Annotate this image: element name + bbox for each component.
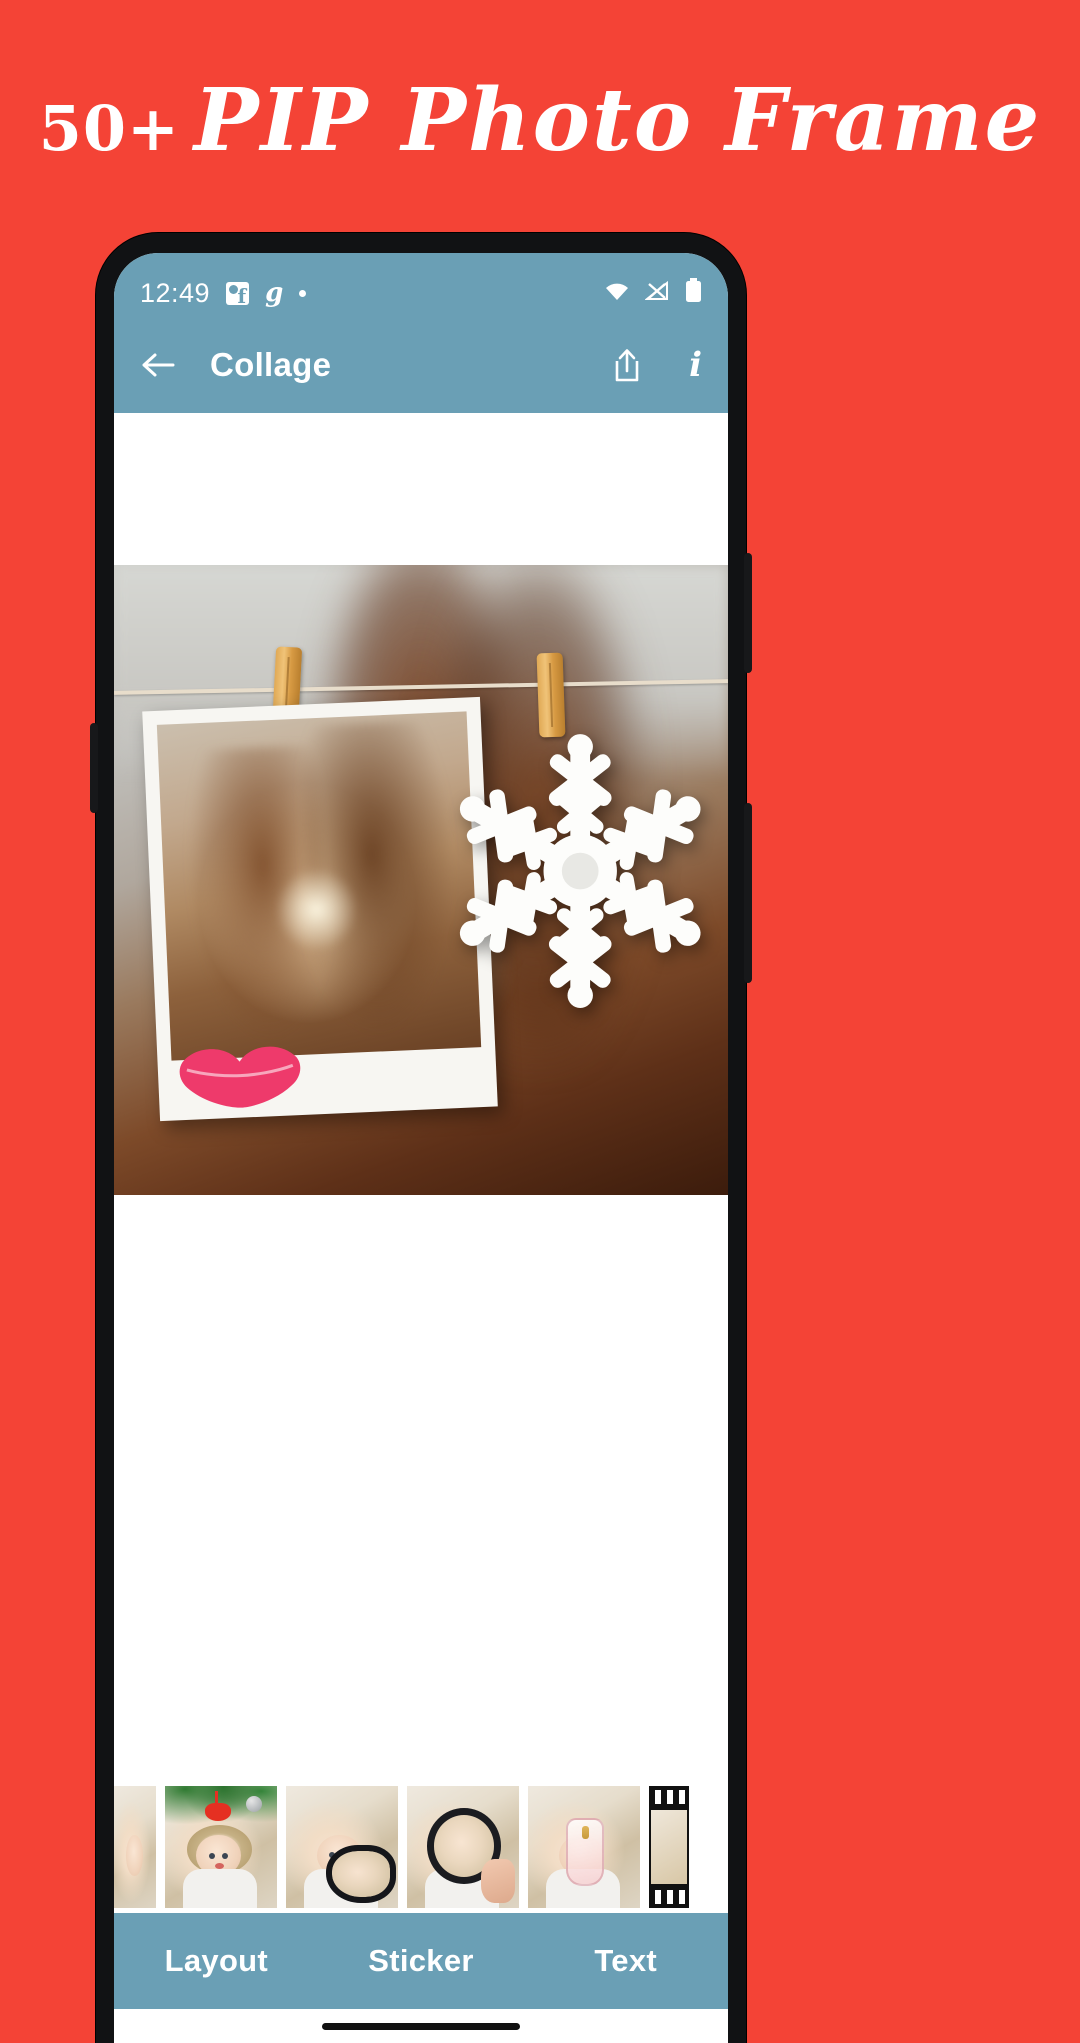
page-title: Collage xyxy=(210,346,332,383)
bottom-tab-bar: Layout Sticker Text xyxy=(114,1913,728,2009)
promo-header: 50+ PIP Photo Frame xyxy=(0,0,1080,230)
photo-sun-glow xyxy=(274,863,359,955)
frame-thumbnail[interactable] xyxy=(649,1786,689,1908)
promo-title: PIP Photo Frame xyxy=(193,69,1042,171)
facebook-icon xyxy=(226,281,250,308)
share-icon[interactable] xyxy=(611,347,643,383)
frame-thumbnail[interactable] xyxy=(286,1786,398,1908)
status-bar-left: 12:49 g xyxy=(140,277,307,309)
film-frame-image xyxy=(651,1810,687,1884)
thumb-eye xyxy=(208,1853,215,1860)
tab-sticker[interactable]: Sticker xyxy=(319,1943,524,1979)
tab-layout[interactable]: Layout xyxy=(114,1943,319,1979)
battery-icon xyxy=(685,278,702,308)
ornament-icon xyxy=(245,1795,262,1812)
thumb-subject xyxy=(125,1834,143,1877)
phone-power-button xyxy=(744,553,752,673)
pink-lips-sticker xyxy=(179,1045,300,1107)
hand-icon xyxy=(480,1859,515,1904)
phone-mockup: 12:49 g xyxy=(90,233,752,2043)
dot-icon xyxy=(299,289,307,297)
status-bar-right xyxy=(603,278,702,308)
thumb-eye xyxy=(222,1853,229,1860)
mirror-reflection xyxy=(332,1850,390,1898)
frame-thumbnail-strip[interactable] xyxy=(114,1781,728,1913)
phone-screen: 12:49 g xyxy=(114,253,728,2043)
collage-artwork[interactable] xyxy=(114,565,728,1195)
car-mirror-icon xyxy=(326,1844,396,1904)
status-time: 12:49 xyxy=(140,277,211,308)
frame-thumbnail[interactable] xyxy=(114,1786,156,1908)
bottle-cap-icon xyxy=(581,1826,590,1839)
collage-canvas[interactable] xyxy=(114,413,728,1781)
back-arrow-icon[interactable] xyxy=(140,350,176,380)
promo-count: 50+ xyxy=(38,91,180,165)
g-icon: g xyxy=(265,278,284,308)
perfume-bottle-icon xyxy=(566,1817,605,1887)
wifi-icon xyxy=(603,280,631,307)
gesture-navigation-bar xyxy=(114,2009,728,2043)
status-bar: 12:49 g xyxy=(114,253,728,317)
gesture-pill[interactable] xyxy=(322,2022,520,2030)
canvas-top-padding xyxy=(114,413,728,565)
toolbar-actions: i xyxy=(611,345,702,385)
app-toolbar: Collage i xyxy=(114,317,728,413)
promo-headline: 50+ PIP Photo Frame xyxy=(38,69,1042,171)
snowflake-sticker[interactable] xyxy=(439,723,721,1019)
frame-thumbnail[interactable] xyxy=(528,1786,640,1908)
phone-side-button xyxy=(90,723,98,813)
thumb-body xyxy=(182,1868,257,1908)
info-icon[interactable]: i xyxy=(689,345,702,385)
signal-off-icon xyxy=(644,280,671,307)
tab-text[interactable]: Text xyxy=(523,1943,728,1979)
phone-volume-button xyxy=(744,803,752,983)
user-photo xyxy=(156,711,481,1060)
frame-thumbnail[interactable] xyxy=(407,1786,519,1908)
frame-thumbnail[interactable] xyxy=(165,1786,277,1908)
film-strip-icon xyxy=(649,1786,689,1908)
